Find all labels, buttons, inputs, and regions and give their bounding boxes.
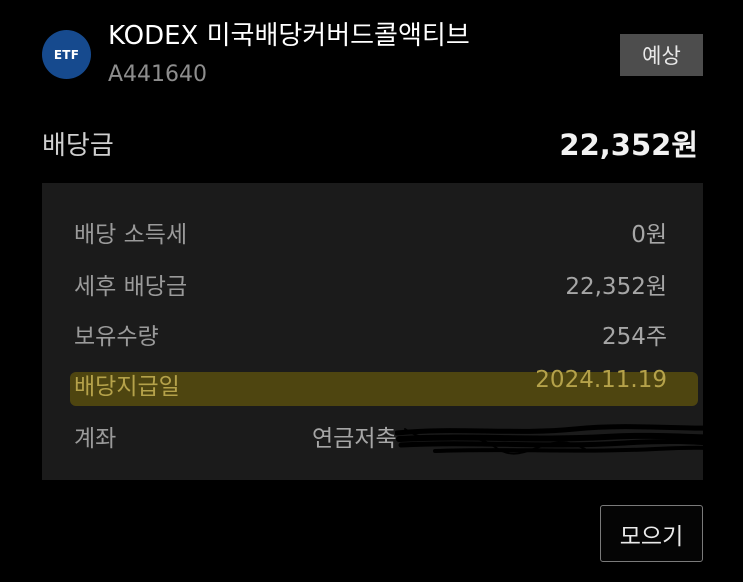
detail-row-quantity: 보유수량 254주 — [42, 317, 703, 357]
tax-label: 배당 소득세 — [74, 222, 188, 248]
quantity-value: 254주 — [601, 324, 667, 350]
payment-date-value: 2024.11.19 — [535, 367, 667, 393]
etf-badge-icon: ETF — [42, 30, 91, 79]
forecast-badge: 예상 — [620, 34, 703, 76]
dividend-amount: 22,352원 — [559, 128, 698, 162]
account-label: 계좌 — [74, 426, 117, 452]
fund-name: KODEX 미국배당커버드콜액티브 — [108, 21, 470, 51]
etf-badge-text: ETF — [53, 47, 80, 62]
redaction-scribble — [395, 424, 740, 455]
quantity-label: 보유수량 — [74, 324, 159, 350]
detail-row-after-tax: 세후 배당금 22,352원 — [42, 267, 703, 307]
payment-date-label: 배당지급일 — [74, 374, 180, 400]
after-tax-value: 22,352원 — [565, 274, 667, 300]
after-tax-label: 세후 배당금 — [74, 274, 188, 300]
tax-value: 0원 — [631, 222, 667, 248]
detail-row-payment-date: 배당지급일 2024.11.19 — [42, 367, 703, 407]
dividend-detail-screen: ETF KODEX 미국배당커버드콜액티브 A441640 예상 배당금 22,… — [0, 0, 743, 582]
dividend-label: 배당금 — [42, 131, 114, 161]
account-value: 연금저축 — [312, 426, 397, 452]
detail-row-tax: 배당 소득세 0원 — [42, 215, 703, 255]
collect-button[interactable]: 모으기 — [600, 505, 703, 562]
fund-code: A441640 — [108, 62, 208, 87]
